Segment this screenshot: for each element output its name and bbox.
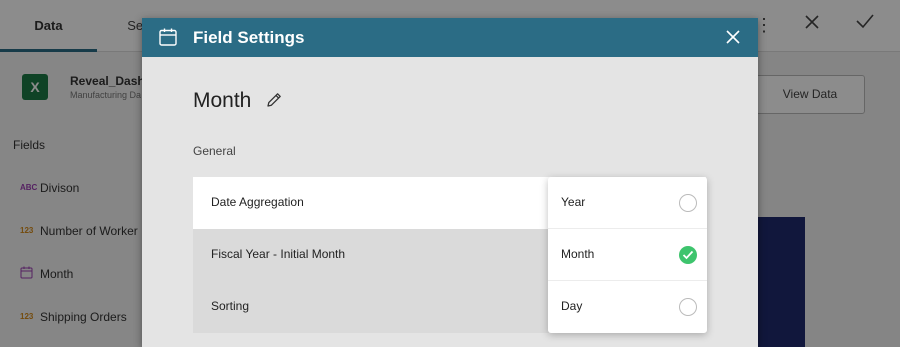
option-label: Year [561, 195, 586, 209]
section-general: General [193, 144, 236, 158]
setting-label: Sorting [211, 299, 250, 313]
dialog-header: Field Settings [142, 18, 758, 57]
setting-label: Fiscal Year - Initial Month [211, 247, 346, 261]
option-year[interactable]: Year [548, 177, 707, 229]
radio-checked-icon[interactable] [679, 246, 697, 264]
setting-label: Date Aggregation [211, 195, 304, 209]
calendar-icon [159, 28, 177, 46]
pencil-icon[interactable] [265, 91, 283, 109]
field-name-title: Month [193, 89, 252, 112]
dialog-title: Field Settings [193, 28, 305, 47]
date-aggregation-dropdown: Year Month Day [548, 177, 707, 333]
option-month[interactable]: Month [548, 229, 707, 281]
option-label: Month [561, 247, 595, 261]
radio-unchecked-icon[interactable] [679, 298, 697, 316]
close-icon[interactable] [722, 26, 744, 48]
option-label: Day [561, 299, 583, 313]
option-day[interactable]: Day [548, 281, 707, 333]
radio-unchecked-icon[interactable] [679, 194, 697, 212]
